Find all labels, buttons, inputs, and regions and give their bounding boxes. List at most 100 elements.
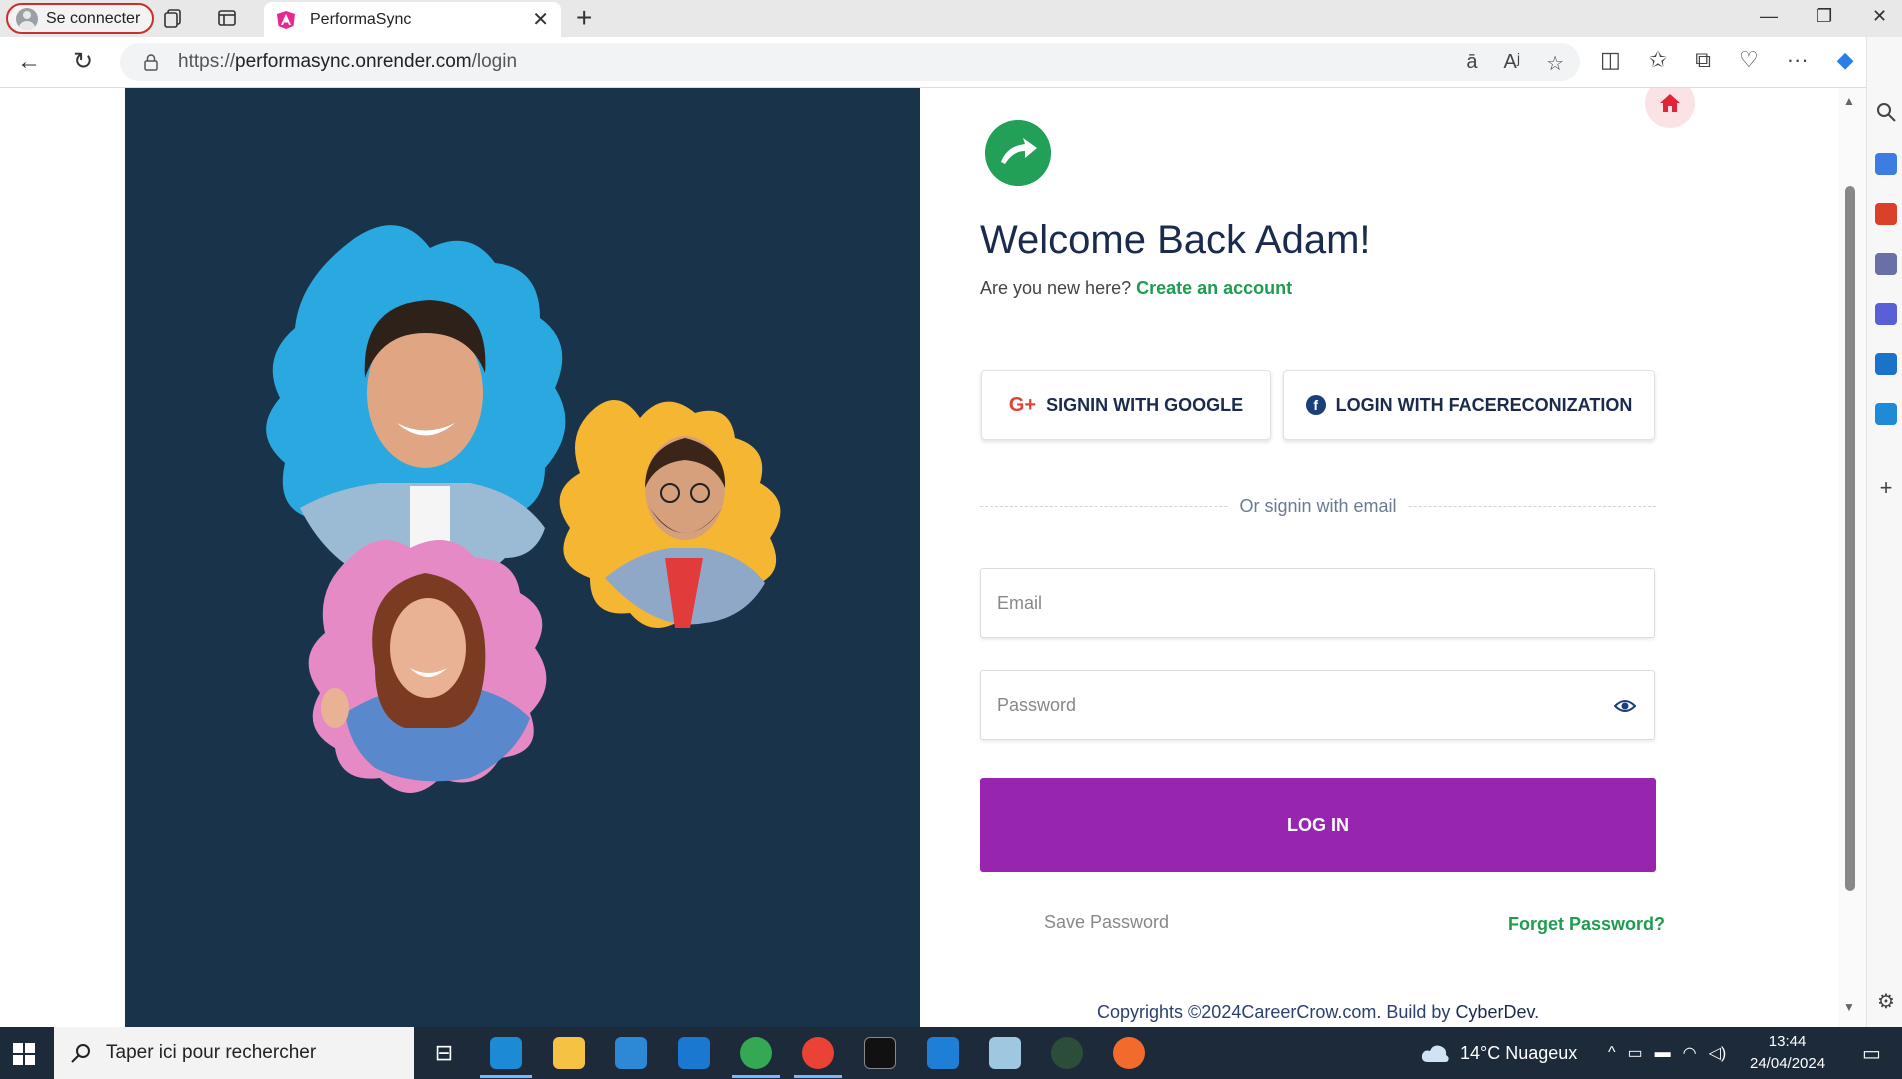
weather-widget[interactable]: 14°C Nuageux [1420, 1027, 1577, 1079]
forget-password-link[interactable]: Forget Password? [1508, 914, 1665, 935]
sidebar-shopping-icon[interactable] [1875, 153, 1897, 175]
taskbar-search-placeholder: Taper ici pour rechercher [106, 1042, 317, 1063]
email-field[interactable]: Email [980, 568, 1655, 638]
mail-icon[interactable] [678, 1037, 710, 1069]
address-bar[interactable]: https://performasync.onrender.com/login … [120, 43, 1580, 81]
home-icon [1660, 94, 1680, 112]
task-view-icon[interactable]: ⊟ [428, 1037, 460, 1069]
copyright-text: Copyrights ©2024CareerCrow.com. Build by [1097, 1002, 1451, 1022]
page-title: Welcome Back Adam! [980, 218, 1371, 262]
save-password-label[interactable]: Save Password [1044, 912, 1169, 933]
email-placeholder: Email [997, 592, 1043, 613]
tab-actions-icon[interactable] [217, 8, 237, 28]
chrome-icon[interactable] [802, 1037, 834, 1069]
new-here-text: Are you new here? [980, 278, 1132, 298]
scroll-thumb[interactable] [1845, 186, 1855, 891]
man-blue-blob-illustration [266, 225, 566, 590]
man-yellow-blob-illustration [559, 400, 781, 628]
tray-expand-icon[interactable]: ^ [1608, 1044, 1616, 1062]
face-login-button[interactable]: f LOGIN WITH FACERECONIZATION [1283, 370, 1655, 440]
taskbar-clock[interactable]: 13:44 24/04/2024 [1750, 1031, 1825, 1075]
close-window-icon[interactable]: ✕ [1872, 6, 1887, 27]
login-button[interactable]: LOG IN [980, 778, 1656, 872]
copyright-footer: Copyrights ©2024CareerCrow.com. Build by… [1097, 1002, 1540, 1022]
sidebar-office-icon[interactable] [1875, 303, 1897, 325]
home-button[interactable] [1645, 88, 1695, 128]
sidebar-tools-icon[interactable] [1875, 203, 1897, 225]
new-tab-icon[interactable]: + [576, 4, 592, 32]
google-signin-label: SIGNIN WITH GOOGLE [1046, 394, 1244, 415]
browser-navbar: ← ↻ https://performasync.onrender.com/lo… [0, 37, 1902, 88]
workspaces-icon[interactable] [164, 8, 184, 28]
collections-icon[interactable]: ⧉ [1695, 47, 1711, 73]
clock-date: 24/04/2024 [1750, 1055, 1826, 1072]
tab-close-icon[interactable]: ✕ [532, 7, 549, 32]
taskbar-search-icon [71, 1044, 90, 1063]
cloud-icon [1421, 1045, 1449, 1062]
postman-icon[interactable] [1113, 1037, 1145, 1069]
divider-text: Or signin with email [1228, 496, 1408, 517]
wifi-icon[interactable]: ◠ [1683, 1043, 1697, 1063]
system-tray: ^ ▭ ▬ ◠ ◁) [1608, 1027, 1726, 1079]
page-viewport: Welcome Back Adam! Are you new here? Cre… [0, 88, 1866, 1027]
tab-title: PerformaSync [310, 10, 412, 28]
show-password-eye-icon[interactable] [1614, 695, 1636, 717]
favorite-star-icon[interactable]: ☆ [1546, 51, 1564, 76]
facebook-icon: f [1305, 395, 1326, 415]
refresh-icon[interactable]: ↻ [70, 49, 96, 75]
mongodb-icon[interactable] [1051, 1037, 1083, 1069]
people-illustration [266, 225, 781, 793]
more-menu-icon[interactable]: ··· [1787, 47, 1809, 73]
password-placeholder: Password [997, 694, 1077, 715]
translate-icon[interactable]: ā [1466, 51, 1477, 76]
sidebar-outlook-icon[interactable] [1875, 353, 1897, 375]
volume-icon[interactable]: ◁) [1709, 1043, 1727, 1063]
sidebar-games-icon[interactable] [1875, 253, 1897, 275]
new-here-line: Are you new here? Create an account [980, 278, 1292, 299]
notepad-icon[interactable] [989, 1037, 1021, 1069]
favorites-icon[interactable]: ✩ [1649, 47, 1667, 73]
angular-favicon-icon [277, 10, 295, 29]
profile-button[interactable]: Se connecter [6, 3, 155, 34]
edge-sidebar: + ⚙ [1866, 37, 1902, 1027]
password-field[interactable]: Password [980, 670, 1655, 740]
taskbar-search[interactable]: Taper ici pour rechercher [54, 1027, 414, 1079]
scroll-down-icon[interactable]: ▼ [1843, 1000, 1855, 1014]
restore-icon[interactable]: ❐ [1816, 6, 1832, 27]
clock-time: 13:44 [1768, 1033, 1807, 1050]
lock-icon[interactable] [142, 53, 160, 71]
notifications-icon[interactable]: ▭ [1862, 1027, 1881, 1079]
read-aloud-icon[interactable]: Aʲ [1504, 51, 1521, 76]
profile-label: Se connecter [46, 9, 141, 27]
url-text: https://performasync.onrender.com/login [178, 51, 518, 72]
chrome-m-icon[interactable] [740, 1037, 772, 1069]
create-account-link[interactable]: Create an account [1136, 278, 1292, 298]
sidebar-search-icon[interactable] [1875, 101, 1897, 123]
back-icon[interactable]: ← [16, 49, 42, 75]
sidebar-settings-icon[interactable]: ⚙ [1875, 991, 1897, 1013]
google-plus-icon: G+ [1008, 393, 1037, 416]
woman-pink-blob-illustration [308, 540, 547, 793]
sidebar-add-icon[interactable]: + [1875, 477, 1897, 499]
sidebar-send-icon[interactable] [1875, 403, 1897, 425]
browser-essentials-icon[interactable]: ♡ [1739, 47, 1759, 73]
google-signin-button[interactable]: G+ SIGNIN WITH GOOGLE [981, 370, 1271, 440]
illustration-panel [125, 88, 920, 1027]
scroll-up-icon[interactable]: ▲ [1843, 94, 1855, 108]
chrome-m-active-indicator [732, 1075, 780, 1078]
tab-performasync[interactable]: PerformaSync ✕ [264, 2, 561, 37]
file-explorer-icon[interactable] [553, 1037, 585, 1069]
edge-active-indicator [480, 1075, 532, 1078]
profile-avatar-icon [16, 7, 38, 30]
start-windows-icon[interactable] [13, 1043, 35, 1065]
copyright-brand[interactable]: CyberDev [1455, 1002, 1534, 1022]
vscode-icon[interactable] [927, 1037, 959, 1069]
edge-app-icon[interactable] [490, 1037, 522, 1069]
minimize-icon[interactable]: — [1760, 6, 1778, 27]
split-screen-icon[interactable]: ◫ [1600, 47, 1621, 73]
copilot-icon[interactable]: ◆ [1837, 47, 1854, 73]
terminal-icon[interactable] [864, 1037, 896, 1069]
tray-meet-icon[interactable]: ▭ [1628, 1043, 1643, 1063]
battery-icon[interactable]: ▬ [1655, 1044, 1671, 1062]
store-icon[interactable] [615, 1037, 647, 1069]
